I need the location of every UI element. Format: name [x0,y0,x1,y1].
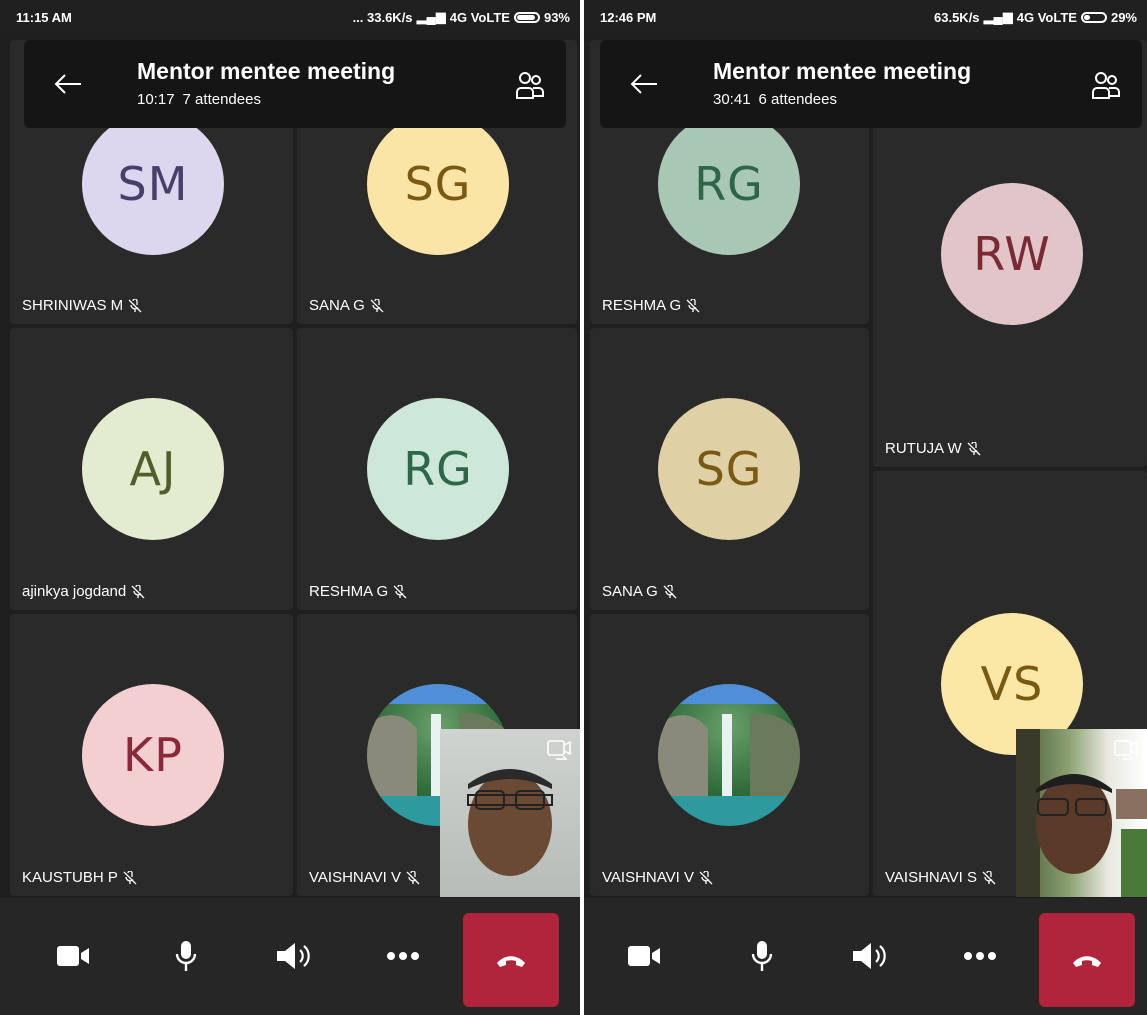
more-options-icon [964,952,996,960]
participant-name: RESHMA G [602,297,682,314]
participant-name: SHRINIWAS M [22,297,124,314]
participant-name: VAISHNAVI V [602,869,694,886]
people-icon [1092,72,1120,99]
status-time: 12:46 PM [600,9,657,25]
status-time: 11:15 AM [16,9,72,25]
hang-up-icon [1073,956,1101,967]
participant-name: VAISHNAVI V [309,869,401,886]
mic-off-icon [393,584,407,598]
status-bar: 12:46 PM 63.5K/s ▂▄▆ 4G VoLTE 29% [584,0,1147,34]
participant-name: ajinkya jogdand [22,583,127,600]
carrier-label: 4G VoLTE [449,9,510,25]
attendee-count: 6 attendees [758,91,837,108]
participant-name: RUTUJA W [885,440,962,457]
meeting-header: Mentor mentee meeting 30:41 6 attendees [600,40,1142,128]
meeting-info: 30:41 6 attendees [713,91,845,108]
video-camera-icon [628,946,660,966]
carrier-label: 4G VoLTE [1016,9,1077,25]
mic-off-icon [131,584,145,598]
switch-camera-icon[interactable] [544,735,574,763]
switch-camera-icon[interactable] [1111,735,1141,763]
waterfall-avatar-photo [658,684,800,826]
back-button[interactable] [620,60,668,108]
video-camera-icon [57,946,89,966]
end-call-button[interactable] [1039,913,1135,1007]
back-arrow-icon [630,74,657,94]
avatar: RG [367,398,509,540]
battery-icon [1080,11,1107,23]
microphone-icon [175,941,197,971]
meeting-info: 10:17 7 attendees [137,91,269,108]
network-speed: ... 33.6K/s [352,9,413,25]
speaker-icon [277,943,310,969]
mic-toggle-button[interactable] [158,928,214,984]
call-controls [584,898,1147,1015]
avatar: SG [658,398,800,540]
participant-tile[interactable]: VAISHNAVI V [590,614,869,896]
call-duration: 30:41 [713,91,751,108]
battery-percent: 29% [1110,9,1137,25]
avatar: SG [367,113,509,255]
participant-tile[interactable]: AJ ajinkya jogdand [10,328,293,610]
mic-off-icon [686,298,700,312]
status-bar: 11:15 AM ... 33.6K/s ▂▄▆ 4G VoLTE 93% [0,0,580,34]
mic-off-icon [128,298,142,312]
avatar: AJ [82,398,224,540]
more-options-button[interactable] [375,928,431,984]
right-phone-screen: 12:46 PM 63.5K/s ▂▄▆ 4G VoLTE 29% Mentor… [584,0,1147,1015]
self-video-preview[interactable] [440,729,580,897]
mic-off-icon [123,870,137,884]
left-phone-screen: 11:15 AM ... 33.6K/s ▂▄▆ 4G VoLTE 93% Me… [0,0,580,1015]
call-controls [0,898,580,1015]
mic-off-icon [370,298,384,312]
call-duration: 10:17 [137,91,175,108]
mic-off-icon [967,441,981,455]
avatar: RG [658,113,800,255]
mic-off-icon [663,584,677,598]
back-button[interactable] [44,60,92,108]
participants-button[interactable] [508,64,552,108]
avatar: KP [82,684,224,826]
participant-tile[interactable]: SG SANA G [590,328,869,610]
meeting-header: Mentor mentee meeting 10:17 7 attendees [24,40,566,128]
participant-name: SANA G [602,583,658,600]
video-toggle-button[interactable] [45,928,101,984]
speaker-button[interactable] [266,928,322,984]
participant-name: RESHMA G [309,583,389,600]
participant-name: KAUSTUBH P [22,869,118,886]
mic-off-icon [699,870,713,884]
more-options-button[interactable] [952,928,1008,984]
signal-icon: ▂▄▆ [416,9,446,24]
avatar: RW [941,183,1083,325]
avatar: SM [82,113,224,255]
mic-toggle-button[interactable] [734,928,790,984]
signal-icon: ▂▄▆ [983,9,1013,24]
end-call-button[interactable] [463,913,559,1007]
participant-name: SANA G [309,297,365,314]
attendee-count: 7 attendees [182,91,261,108]
people-icon [516,72,544,99]
self-video-preview[interactable] [1016,729,1147,897]
network-speed: 63.5K/s [934,9,980,25]
hang-up-icon [497,956,525,967]
speaker-button[interactable] [842,928,898,984]
battery-percent: 93% [543,9,570,25]
participant-name: VAISHNAVI S [885,869,977,886]
battery-icon [513,11,540,23]
video-toggle-button[interactable] [616,928,672,984]
mic-off-icon [406,870,420,884]
participant-tile[interactable]: KP KAUSTUBH P [10,614,293,896]
mic-off-icon [982,870,996,884]
microphone-icon [751,941,773,971]
more-options-icon [387,952,419,960]
back-arrow-icon [54,74,81,94]
participant-tile[interactable]: RG RESHMA G [297,328,577,610]
meeting-title: Mentor mentee meeting [137,58,396,84]
meeting-title: Mentor mentee meeting [713,58,972,84]
participants-button[interactable] [1084,64,1128,108]
speaker-icon [853,943,886,969]
